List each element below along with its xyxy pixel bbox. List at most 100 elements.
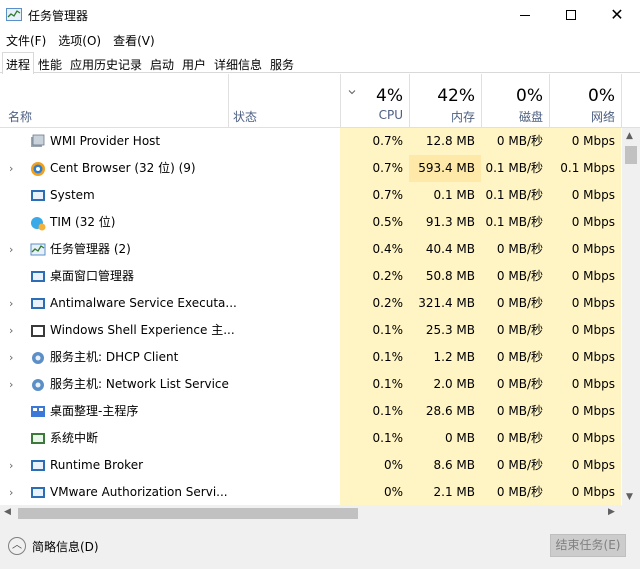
task-manager-app-icon	[6, 8, 22, 21]
window-title: 任务管理器	[28, 9, 89, 23]
tab-processes[interactable]: 进程	[2, 52, 34, 74]
mem-cell: 91.3 MB	[409, 209, 481, 236]
header-disk[interactable]: 0% 磁盘	[481, 74, 549, 128]
table-row[interactable]: 0.4% 40.4 MB 0 MB/秒 0 Mbps › 任务管理器 (2)	[0, 236, 622, 263]
expand-chevron-icon[interactable]: ›	[9, 236, 19, 263]
tab-services[interactable]: 服务	[266, 52, 298, 73]
menu-options[interactable]: 选项(O)	[52, 30, 107, 50]
net-cell: 0 Mbps	[549, 128, 621, 155]
table-row[interactable]: 0.7% 12.8 MB 0 MB/秒 0 Mbps WMI Provider Host	[0, 128, 622, 155]
process-name: 任务管理器 (2)	[50, 242, 131, 256]
cpu-cell: 0.1%	[340, 398, 409, 425]
header-memory-percent: 42%	[437, 86, 475, 106]
process-name: 桌面窗口管理器	[50, 269, 135, 283]
expand-chevron-icon[interactable]: ›	[9, 479, 19, 506]
process-name: Runtime Broker	[50, 458, 144, 472]
expand-chevron-icon[interactable]: ›	[9, 317, 19, 344]
mem-cell: 40.4 MB	[409, 236, 481, 263]
horizontal-scrollbar[interactable]: ◀ ▶	[0, 505, 622, 521]
scroll-down-icon[interactable]: ▼	[626, 492, 633, 502]
close-button[interactable]: ✕	[594, 0, 640, 30]
minimize-button[interactable]	[502, 0, 548, 30]
scroll-left-icon[interactable]: ◀	[4, 507, 11, 517]
cpu-cell: 0%	[340, 452, 409, 479]
expand-chevron-icon[interactable]: ›	[9, 344, 19, 371]
process-name: Antimalware Service Executa...	[50, 296, 237, 310]
table-row[interactable]: 0.7% 0.1 MB 0.1 MB/秒 0 Mbps System	[0, 182, 622, 209]
process-name: TIM (32 位)	[50, 215, 116, 229]
table-row[interactable]: 0% 8.6 MB 0 MB/秒 0 Mbps › Runtime Broker	[0, 452, 622, 479]
tab-users[interactable]: 用户	[178, 52, 210, 73]
cpu-cell: 0.2%	[340, 263, 409, 290]
table-row[interactable]: 0.1% 28.6 MB 0 MB/秒 0 Mbps 桌面整理-主程序	[0, 398, 622, 425]
mem-cell: 50.8 MB	[409, 263, 481, 290]
vmware-icon	[31, 487, 45, 498]
maximize-button[interactable]	[548, 0, 594, 30]
wmi-provider-icon	[31, 134, 45, 147]
tab-performance[interactable]: 性能	[34, 52, 66, 73]
end-task-button[interactable]: 结束任务(E)	[550, 534, 626, 557]
table-row[interactable]: 0.7% 593.4 MB 0.1 MB/秒 0.1 Mbps › Cent Browse…	[0, 155, 622, 182]
menu-file[interactable]: 文件(F)	[0, 30, 52, 50]
expand-chevron-icon[interactable]: ›	[9, 155, 19, 182]
header-status[interactable]: 状态	[228, 74, 340, 128]
net-cell: 0 Mbps	[549, 182, 621, 209]
table-row[interactable]: 0.1% 0 MB 0 MB/秒 0 Mbps 系统中断	[0, 425, 622, 452]
process-name: Cent Browser (32 位) (9)	[50, 161, 196, 175]
process-name: Windows Shell Experience 主...	[50, 323, 235, 337]
table-row[interactable]: 0.2% 321.4 MB 0 MB/秒 0 Mbps › Antimalware Ser…	[0, 290, 622, 317]
scroll-right-icon[interactable]: ▶	[608, 507, 615, 517]
tab-details[interactable]: 详细信息	[210, 52, 266, 73]
disk-cell: 0 MB/秒	[481, 128, 549, 155]
expand-chevron-icon[interactable]: ›	[9, 371, 19, 398]
table-row[interactable]: 0.1% 1.2 MB 0 MB/秒 0 Mbps › 服务主机: DHCP Client	[0, 344, 622, 371]
header-cpu-percent: 4%	[376, 86, 403, 106]
process-name: 系统中断	[50, 431, 99, 445]
cent-browser-icon	[31, 162, 45, 176]
service-host-icon	[32, 379, 44, 391]
mem-cell: 0 MB	[409, 425, 481, 452]
title-bar[interactable]: 任务管理器 ✕	[0, 0, 640, 30]
net-cell: 0 Mbps	[549, 209, 621, 236]
horizontal-scroll-thumb[interactable]	[18, 508, 358, 519]
header-cpu[interactable]: 4% CPU	[340, 74, 409, 128]
tim-icon	[31, 217, 46, 231]
table-row[interactable]: 0.1% 2.0 MB 0 MB/秒 0 Mbps › 服务主机: Network Lis…	[0, 371, 622, 398]
header-name[interactable]: 名称	[0, 74, 228, 128]
mem-cell: 321.4 MB	[409, 290, 481, 317]
dwm-icon	[31, 271, 45, 282]
disk-cell: 0 MB/秒	[481, 479, 549, 506]
vertical-scroll-thumb[interactable]	[625, 146, 637, 164]
disk-cell: 0 MB/秒	[481, 290, 549, 317]
header-cpu-label: CPU	[378, 108, 403, 122]
mem-cell: 25.3 MB	[409, 317, 481, 344]
vertical-scrollbar[interactable]: ▲ ▼	[622, 128, 640, 506]
net-cell: 0 Mbps	[549, 317, 621, 344]
maximize-icon	[566, 10, 576, 20]
table-row[interactable]: 0.1% 25.3 MB 0 MB/秒 0 Mbps › Windows Shell Ex…	[0, 317, 622, 344]
antimalware-icon	[31, 298, 45, 309]
cpu-cell: 0.1%	[340, 371, 409, 398]
tab-startup[interactable]: 启动	[146, 52, 178, 73]
process-name: 桌面整理-主程序	[50, 404, 139, 418]
header-memory[interactable]: 42% 内存	[409, 74, 481, 128]
table-row[interactable]: 0.5% 91.3 MB 0.1 MB/秒 0 Mbps TIM (32 位)	[0, 209, 622, 236]
scrollbar-corner	[622, 505, 640, 521]
chevron-up-icon[interactable]: ︿	[8, 537, 26, 555]
disk-cell: 0.1 MB/秒	[481, 182, 549, 209]
header-disk-label: 磁盘	[518, 110, 543, 124]
net-cell: 0 Mbps	[549, 425, 621, 452]
cpu-cell: 0.4%	[340, 236, 409, 263]
header-network-label: 网络	[590, 110, 615, 124]
tab-app-history[interactable]: 应用历史记录	[66, 52, 146, 73]
scroll-up-icon[interactable]: ▲	[626, 131, 633, 141]
fewer-details-link[interactable]: 简略信息(D)	[32, 538, 99, 555]
expand-chevron-icon[interactable]: ›	[9, 452, 19, 479]
table-row[interactable]: 0% 2.1 MB 0 MB/秒 0 Mbps › VMware Authorizatio…	[0, 479, 622, 506]
disk-cell: 0 MB/秒	[481, 344, 549, 371]
disk-cell: 0 MB/秒	[481, 452, 549, 479]
expand-chevron-icon[interactable]: ›	[9, 290, 19, 317]
header-network[interactable]: 0% 网络	[549, 74, 621, 128]
table-row[interactable]: 0.2% 50.8 MB 0 MB/秒 0 Mbps 桌面窗口管理器	[0, 263, 622, 290]
menu-view[interactable]: 查看(V)	[107, 30, 161, 50]
